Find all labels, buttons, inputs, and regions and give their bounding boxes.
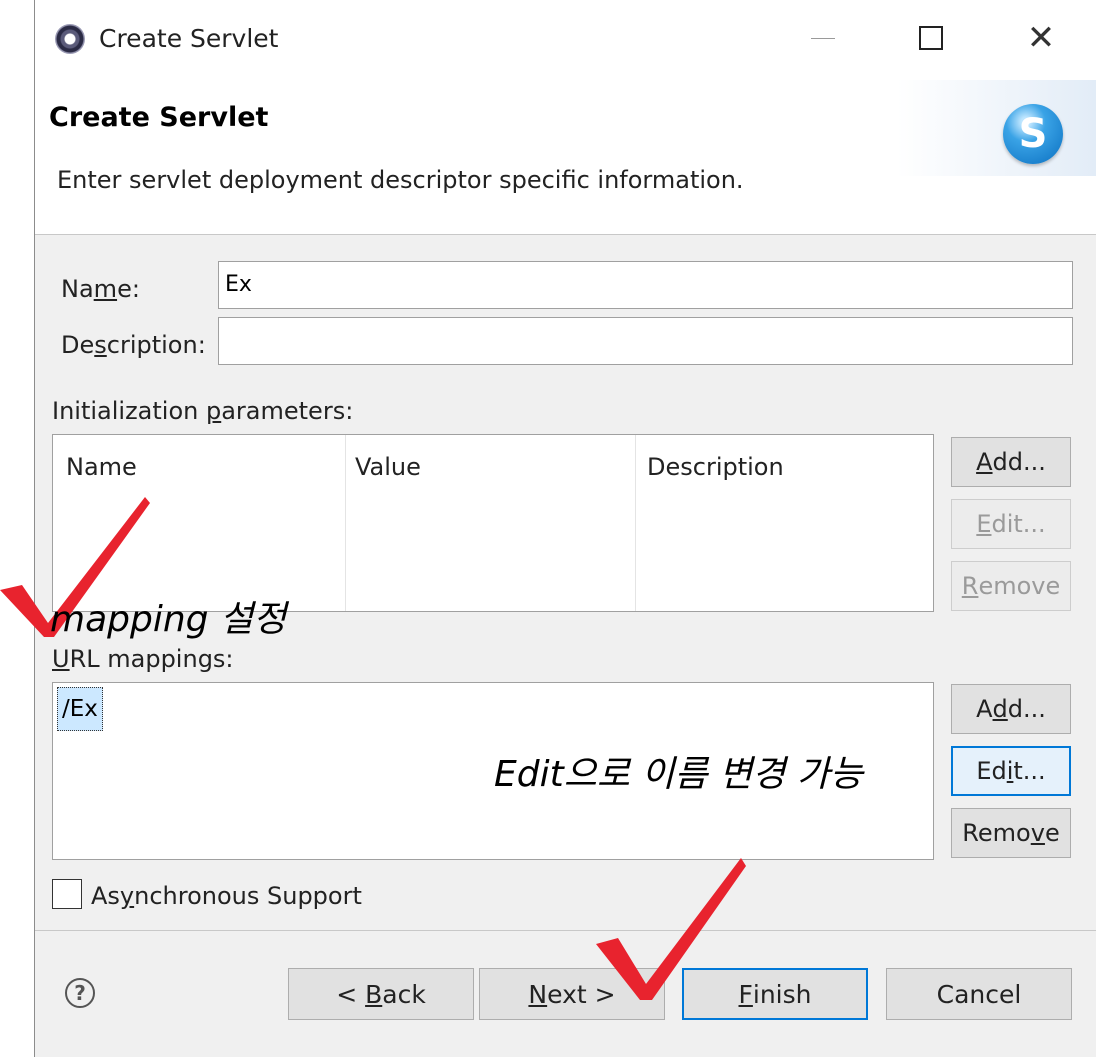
url-mappings-edit-button[interactable]: Ed i t... xyxy=(951,746,1071,796)
column-header-name[interactable]: Name xyxy=(66,453,137,481)
footer-separator xyxy=(35,930,1096,931)
maximize-button[interactable] xyxy=(901,14,961,62)
servlet-logo-icon: S xyxy=(1003,104,1063,164)
page-title: Create Servlet xyxy=(49,102,269,133)
window-title: Create Servlet xyxy=(99,24,279,53)
column-header-description[interactable]: Description xyxy=(647,453,784,481)
init-params-label: Initialization parameters: xyxy=(52,397,354,425)
close-button[interactable]: ✕ xyxy=(1011,14,1071,62)
init-params-table[interactable]: Name Value Description xyxy=(52,434,934,612)
url-mapping-item[interactable]: /Ex xyxy=(57,687,103,731)
eclipse-icon xyxy=(55,24,85,54)
back-button[interactable]: < Back xyxy=(288,968,474,1020)
banner-glow xyxy=(897,80,1096,176)
name-label: Name: xyxy=(61,275,140,303)
page-description: Enter servlet deployment descriptor spec… xyxy=(57,166,744,194)
url-mappings-label: URL mappings: xyxy=(52,645,234,673)
column-header-value[interactable]: Value xyxy=(355,453,421,481)
red-check-icon xyxy=(596,858,746,1000)
url-mappings-add-button[interactable]: Ad d... xyxy=(951,684,1071,734)
init-params-remove-button[interactable]: Remove xyxy=(951,561,1071,611)
init-params-add-button[interactable]: Add... xyxy=(951,437,1071,487)
name-field[interactable]: Ex xyxy=(218,261,1073,309)
maximize-icon xyxy=(919,26,943,50)
close-icon: ✕ xyxy=(1026,18,1056,58)
description-label: Description: xyxy=(61,331,206,359)
edit-note: Edit으로 이름 변경 가능 xyxy=(494,754,864,795)
description-field[interactable] xyxy=(218,317,1073,365)
minimize-button[interactable] xyxy=(793,14,853,62)
async-support-checkbox[interactable] xyxy=(52,879,82,909)
url-mappings-remove-button[interactable]: Remo v e xyxy=(951,808,1071,858)
minimize-icon xyxy=(811,37,835,39)
wizard-banner: Create Servlet Enter servlet deployment … xyxy=(35,80,1096,235)
create-servlet-dialog: Create Servlet ✕ Create Servlet Enter se… xyxy=(34,0,1096,1057)
mapping-note: mapping 설정 xyxy=(50,599,287,640)
title-bar: Create Servlet ✕ xyxy=(35,0,1096,80)
async-support-label[interactable]: Asynchronous Support xyxy=(91,882,362,910)
init-params-edit-button[interactable]: Edit... xyxy=(951,499,1071,549)
help-icon[interactable]: ? xyxy=(65,978,95,1008)
cancel-button[interactable]: Cancel xyxy=(886,968,1072,1020)
